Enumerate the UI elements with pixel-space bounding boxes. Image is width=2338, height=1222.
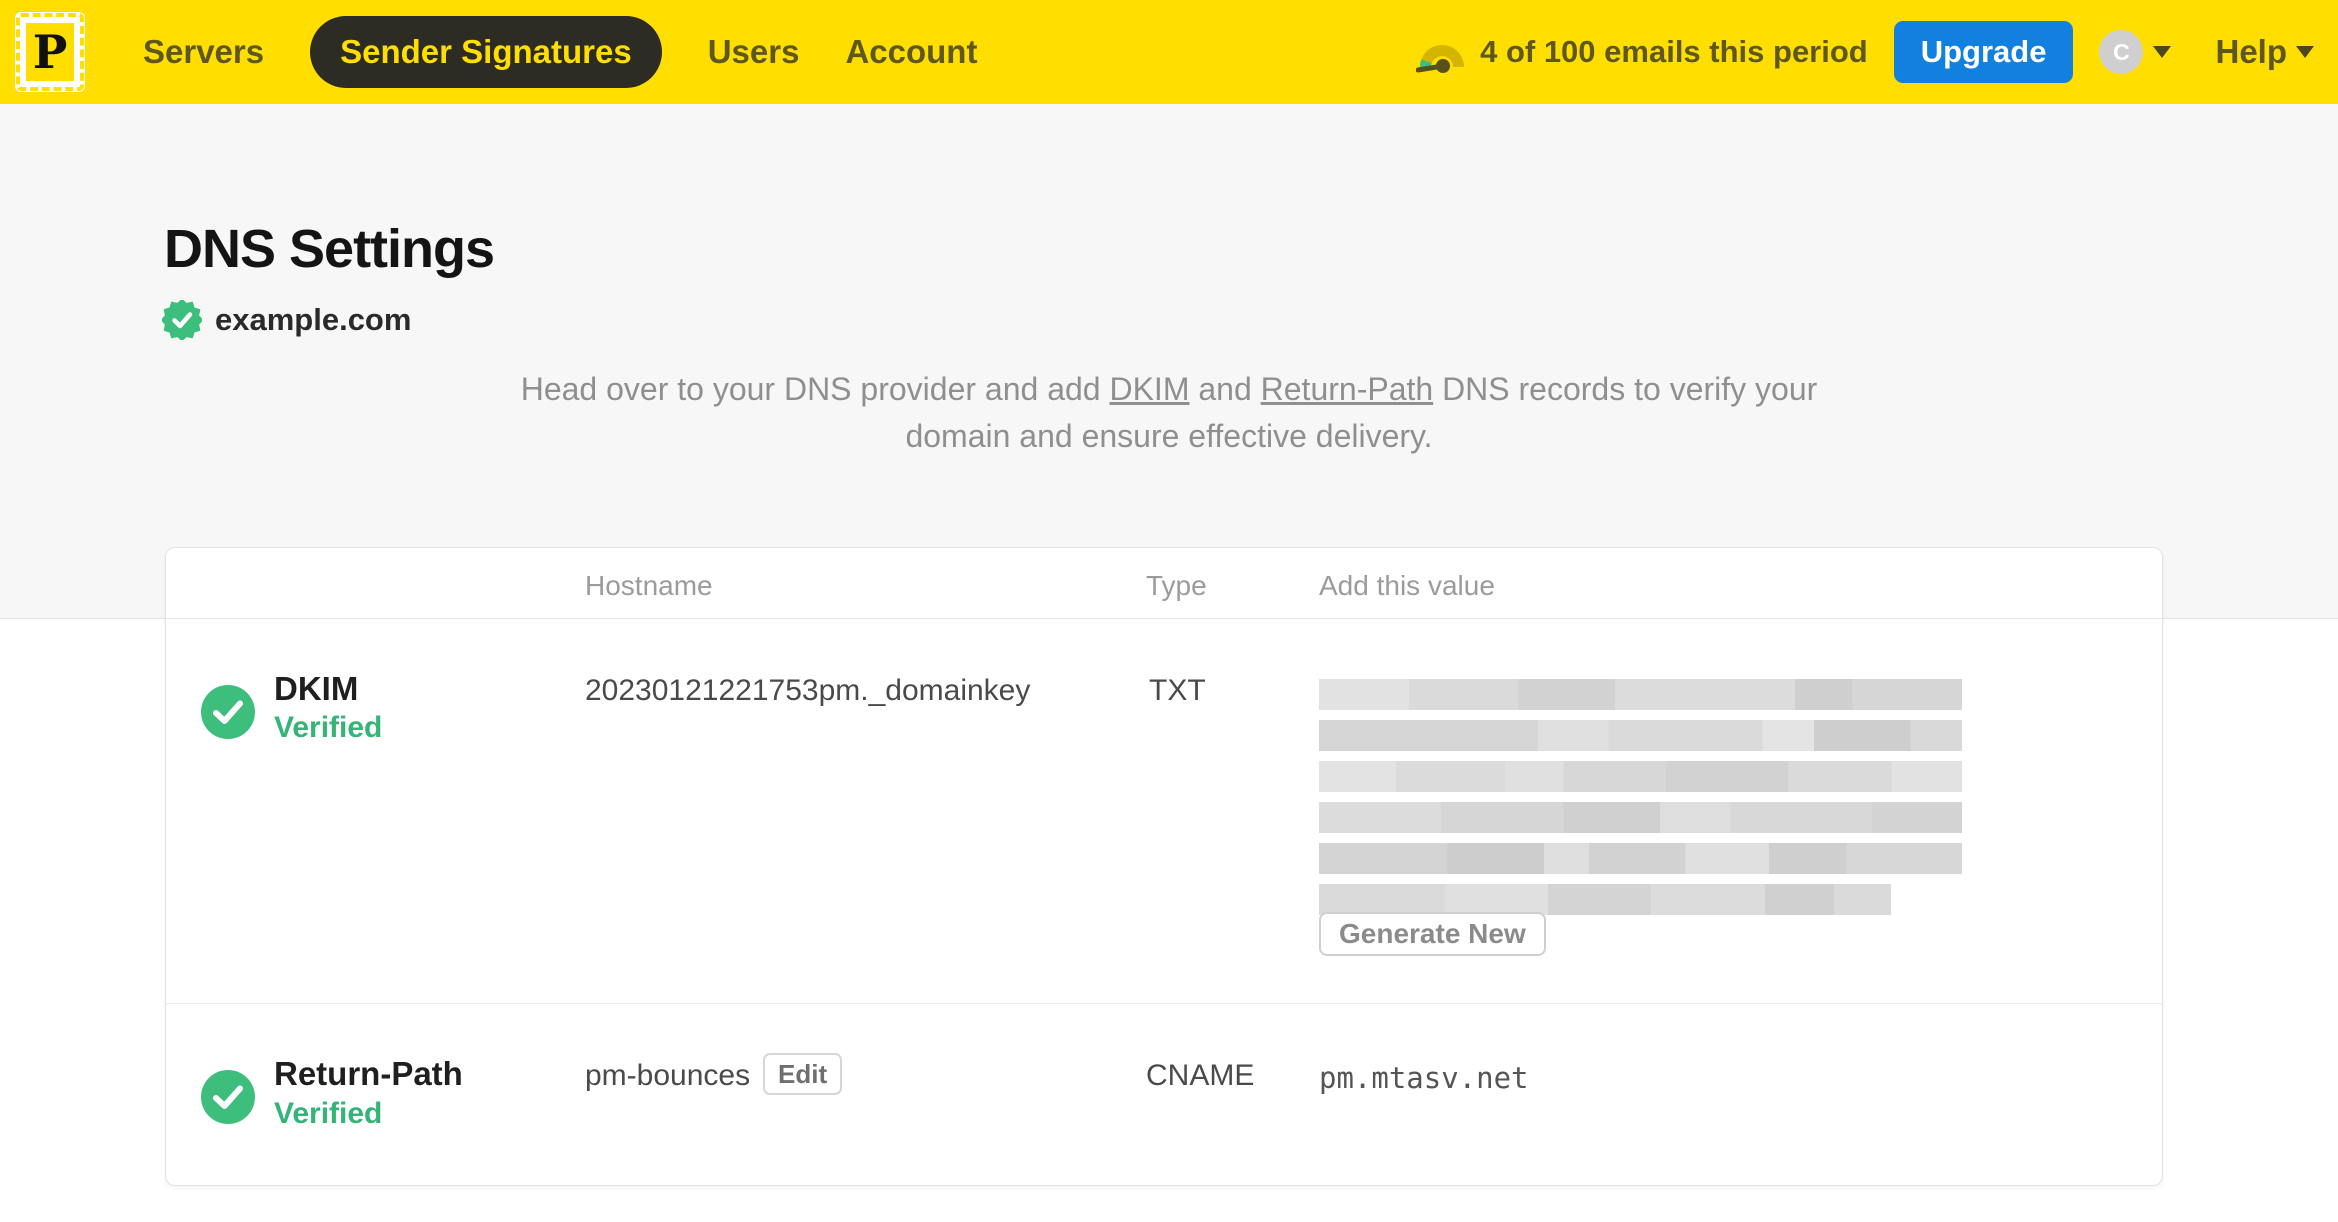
navbar-right: 4 of 100 emails this period Upgrade C He… <box>1416 21 2314 83</box>
description-text: and <box>1189 371 1261 407</box>
status-badge: Verified <box>274 1097 383 1130</box>
dkim-link[interactable]: DKIM <box>1109 371 1189 407</box>
dns-value: pm.mtasv.net <box>1319 1061 1529 1095</box>
hero-band <box>0 104 2338 619</box>
usage-meter: 4 of 100 emails this period <box>1416 29 1868 75</box>
postmark-logo[interactable]: P <box>15 12 85 92</box>
dns-settings-page: P Servers Sender Signatures Users Accoun… <box>0 0 2338 1222</box>
column-header-hostname: Hostname <box>585 570 713 601</box>
row-divider <box>166 1003 2162 1004</box>
gauge-icon <box>1416 45 1465 73</box>
redacted-bar <box>1319 843 1962 874</box>
account-menu[interactable]: C <box>2099 30 2172 74</box>
nav-item-sender-signatures[interactable]: Sender Signatures <box>310 16 662 88</box>
verified-rosette-icon <box>162 300 202 340</box>
avatar[interactable]: C <box>2099 30 2144 74</box>
edit-button[interactable]: Edit <box>763 1053 843 1095</box>
upgrade-button[interactable]: Upgrade <box>1893 21 2074 83</box>
record-type: TXT <box>1149 674 1206 707</box>
description-text: Head over to your DNS provider and add <box>520 371 1110 407</box>
generate-new-button[interactable]: Generate New <box>1319 912 1546 956</box>
verified-check-icon <box>201 685 255 739</box>
redacted-dns-value <box>1319 679 1962 925</box>
redacted-bar <box>1319 802 1962 833</box>
postmark-logo-stamp: P <box>26 23 74 81</box>
page-description: Head over to your DNS provider and add D… <box>519 366 1819 460</box>
record-name: Return-Path <box>274 1055 463 1092</box>
column-header-type: Type <box>1146 570 1207 601</box>
nav-item-account[interactable]: Account <box>845 33 977 71</box>
chevron-down-icon <box>2153 46 2172 58</box>
domain-name: example.com <box>215 302 412 337</box>
domain-row: example.com <box>162 300 411 340</box>
redacted-bar <box>1319 884 1891 915</box>
verified-check-icon <box>201 1070 255 1124</box>
chevron-down-icon <box>2296 46 2314 58</box>
column-header-add-this-value: Add this value <box>1319 570 1495 601</box>
top-navbar: P Servers Sender Signatures Users Accoun… <box>0 0 2338 104</box>
nav-item-servers[interactable]: Servers <box>143 33 264 71</box>
hostname-value: pm-bounces <box>585 1059 751 1092</box>
return-path-link[interactable]: Return-Path <box>1261 371 1434 407</box>
page-title: DNS Settings <box>164 219 495 279</box>
status-badge: Verified <box>274 711 383 744</box>
postmark-logo-letter: P <box>32 25 68 79</box>
record-name: DKIM <box>274 670 359 707</box>
usage-count-label: 4 of 100 emails this period <box>1480 34 1868 69</box>
nav-item-users[interactable]: Users <box>708 33 800 71</box>
help-menu[interactable]: Help <box>2215 33 2314 71</box>
help-label[interactable]: Help <box>2215 33 2287 71</box>
redacted-bar <box>1319 720 1962 751</box>
redacted-bar <box>1319 761 1962 792</box>
redacted-bar <box>1319 679 1962 710</box>
dns-records-card: Hostname Type Add this value DKIM Verifi… <box>165 547 2163 1186</box>
record-type: CNAME <box>1146 1059 1255 1092</box>
hostname-value: 20230121221753pm._domainkey <box>585 674 1031 707</box>
primary-nav: Servers Sender Signatures Users Account <box>143 16 977 88</box>
table-header-row: Hostname Type Add this value <box>166 548 2162 619</box>
